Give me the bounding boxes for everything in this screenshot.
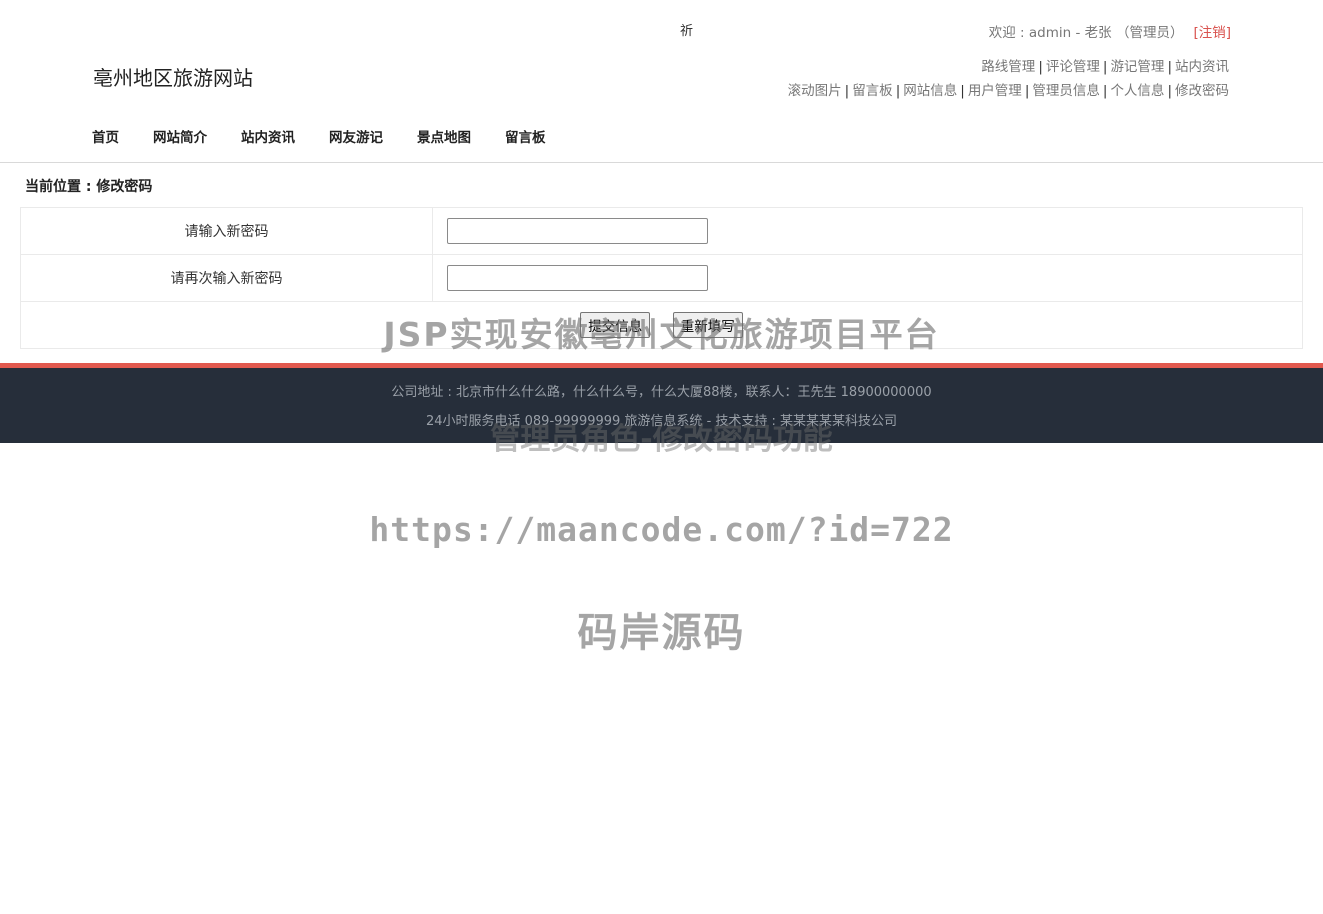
form-row-new-password: 请输入新密码	[20, 207, 1303, 255]
welcome-bar: 欢迎 : admin - 老张 （管理员） [注销]	[989, 21, 1231, 41]
nav-item-scenic-map[interactable]: 景点地图	[417, 126, 471, 146]
separator: |	[960, 83, 965, 99]
admin-link-message-board[interactable]: 留言板	[852, 83, 893, 99]
admin-link-scroll-images[interactable]: 滚动图片	[788, 83, 842, 99]
breadcrumb: 当前位置 : 修改密码	[25, 179, 153, 195]
form-row-confirm-password: 请再次输入新密码	[20, 254, 1303, 302]
admin-link-comment-management[interactable]: 评论管理	[1046, 59, 1100, 75]
footer-address: 公司地址 : 北京市什么什么路，什么什么号，什么大厦88楼，联系人：王先生 18…	[391, 385, 932, 400]
main-nav: 首页 网站简介 站内资讯 网友游记 景点地图 留言板	[92, 126, 546, 146]
nav-item-home[interactable]: 首页	[92, 126, 119, 146]
logout-link[interactable]: [注销]	[1193, 25, 1231, 41]
nav-item-site-intro[interactable]: 网站简介	[153, 126, 207, 146]
separator: |	[1167, 83, 1172, 99]
separator: |	[844, 83, 850, 99]
admin-link-route-management[interactable]: 路线管理	[981, 59, 1035, 75]
admin-link-change-password[interactable]: 修改密码	[1175, 83, 1229, 99]
header: 亳州地区旅游网站 祈 欢迎 : admin - 老张 （管理员） [注销] 路线管…	[0, 0, 1323, 163]
admin-link-site-info[interactable]: 网站信息	[903, 83, 957, 99]
admin-link-travelogue-management[interactable]: 游记管理	[1110, 59, 1164, 75]
confirm-password-cell	[432, 254, 1303, 302]
new-password-input[interactable]	[447, 218, 708, 244]
separator: |	[1024, 83, 1030, 99]
header-glyph: 祈	[680, 24, 694, 39]
separator: |	[895, 83, 901, 99]
watermark-title: JSP实现安徽亳州文化旅游项目平台	[383, 315, 940, 354]
watermark-url: https://maancode.com/?id=722	[369, 510, 954, 549]
separator: |	[1038, 59, 1043, 75]
admin-link-admin-info[interactable]: 管理员信息	[1032, 83, 1100, 99]
admin-links-row2: 滚动图片 | 留言板 | 网站信息 | 用户管理 | 管理员信息 | 个人信息 | 修改密码	[788, 79, 1229, 99]
admin-link-site-news[interactable]: 站内资讯	[1175, 59, 1229, 75]
separator: |	[1102, 59, 1108, 75]
new-password-label: 请输入新密码	[20, 207, 433, 255]
nav-item-user-travelogues[interactable]: 网友游记	[329, 126, 383, 146]
nav-item-message-board[interactable]: 留言板	[505, 126, 546, 146]
admin-link-personal-info[interactable]: 个人信息	[1110, 83, 1164, 99]
new-password-cell	[432, 207, 1303, 255]
separator: |	[1102, 83, 1108, 99]
watermark-subtitle: 管理员角色-修改密码功能	[490, 422, 833, 457]
site-title[interactable]: 亳州地区旅游网站	[93, 62, 253, 91]
admin-link-user-management[interactable]: 用户管理	[968, 83, 1022, 99]
confirm-password-input[interactable]	[447, 265, 708, 291]
welcome-text: 欢迎 : admin - 老张 （管理员）	[988, 25, 1184, 41]
confirm-password-label: 请再次输入新密码	[20, 254, 433, 302]
admin-links-row1: 路线管理 | 评论管理 | 游记管理 | 站内资讯	[981, 55, 1229, 75]
separator: |	[1167, 59, 1172, 75]
watermark-brand: 码岸源码	[577, 610, 746, 656]
nav-item-site-news[interactable]: 站内资讯	[241, 126, 295, 146]
